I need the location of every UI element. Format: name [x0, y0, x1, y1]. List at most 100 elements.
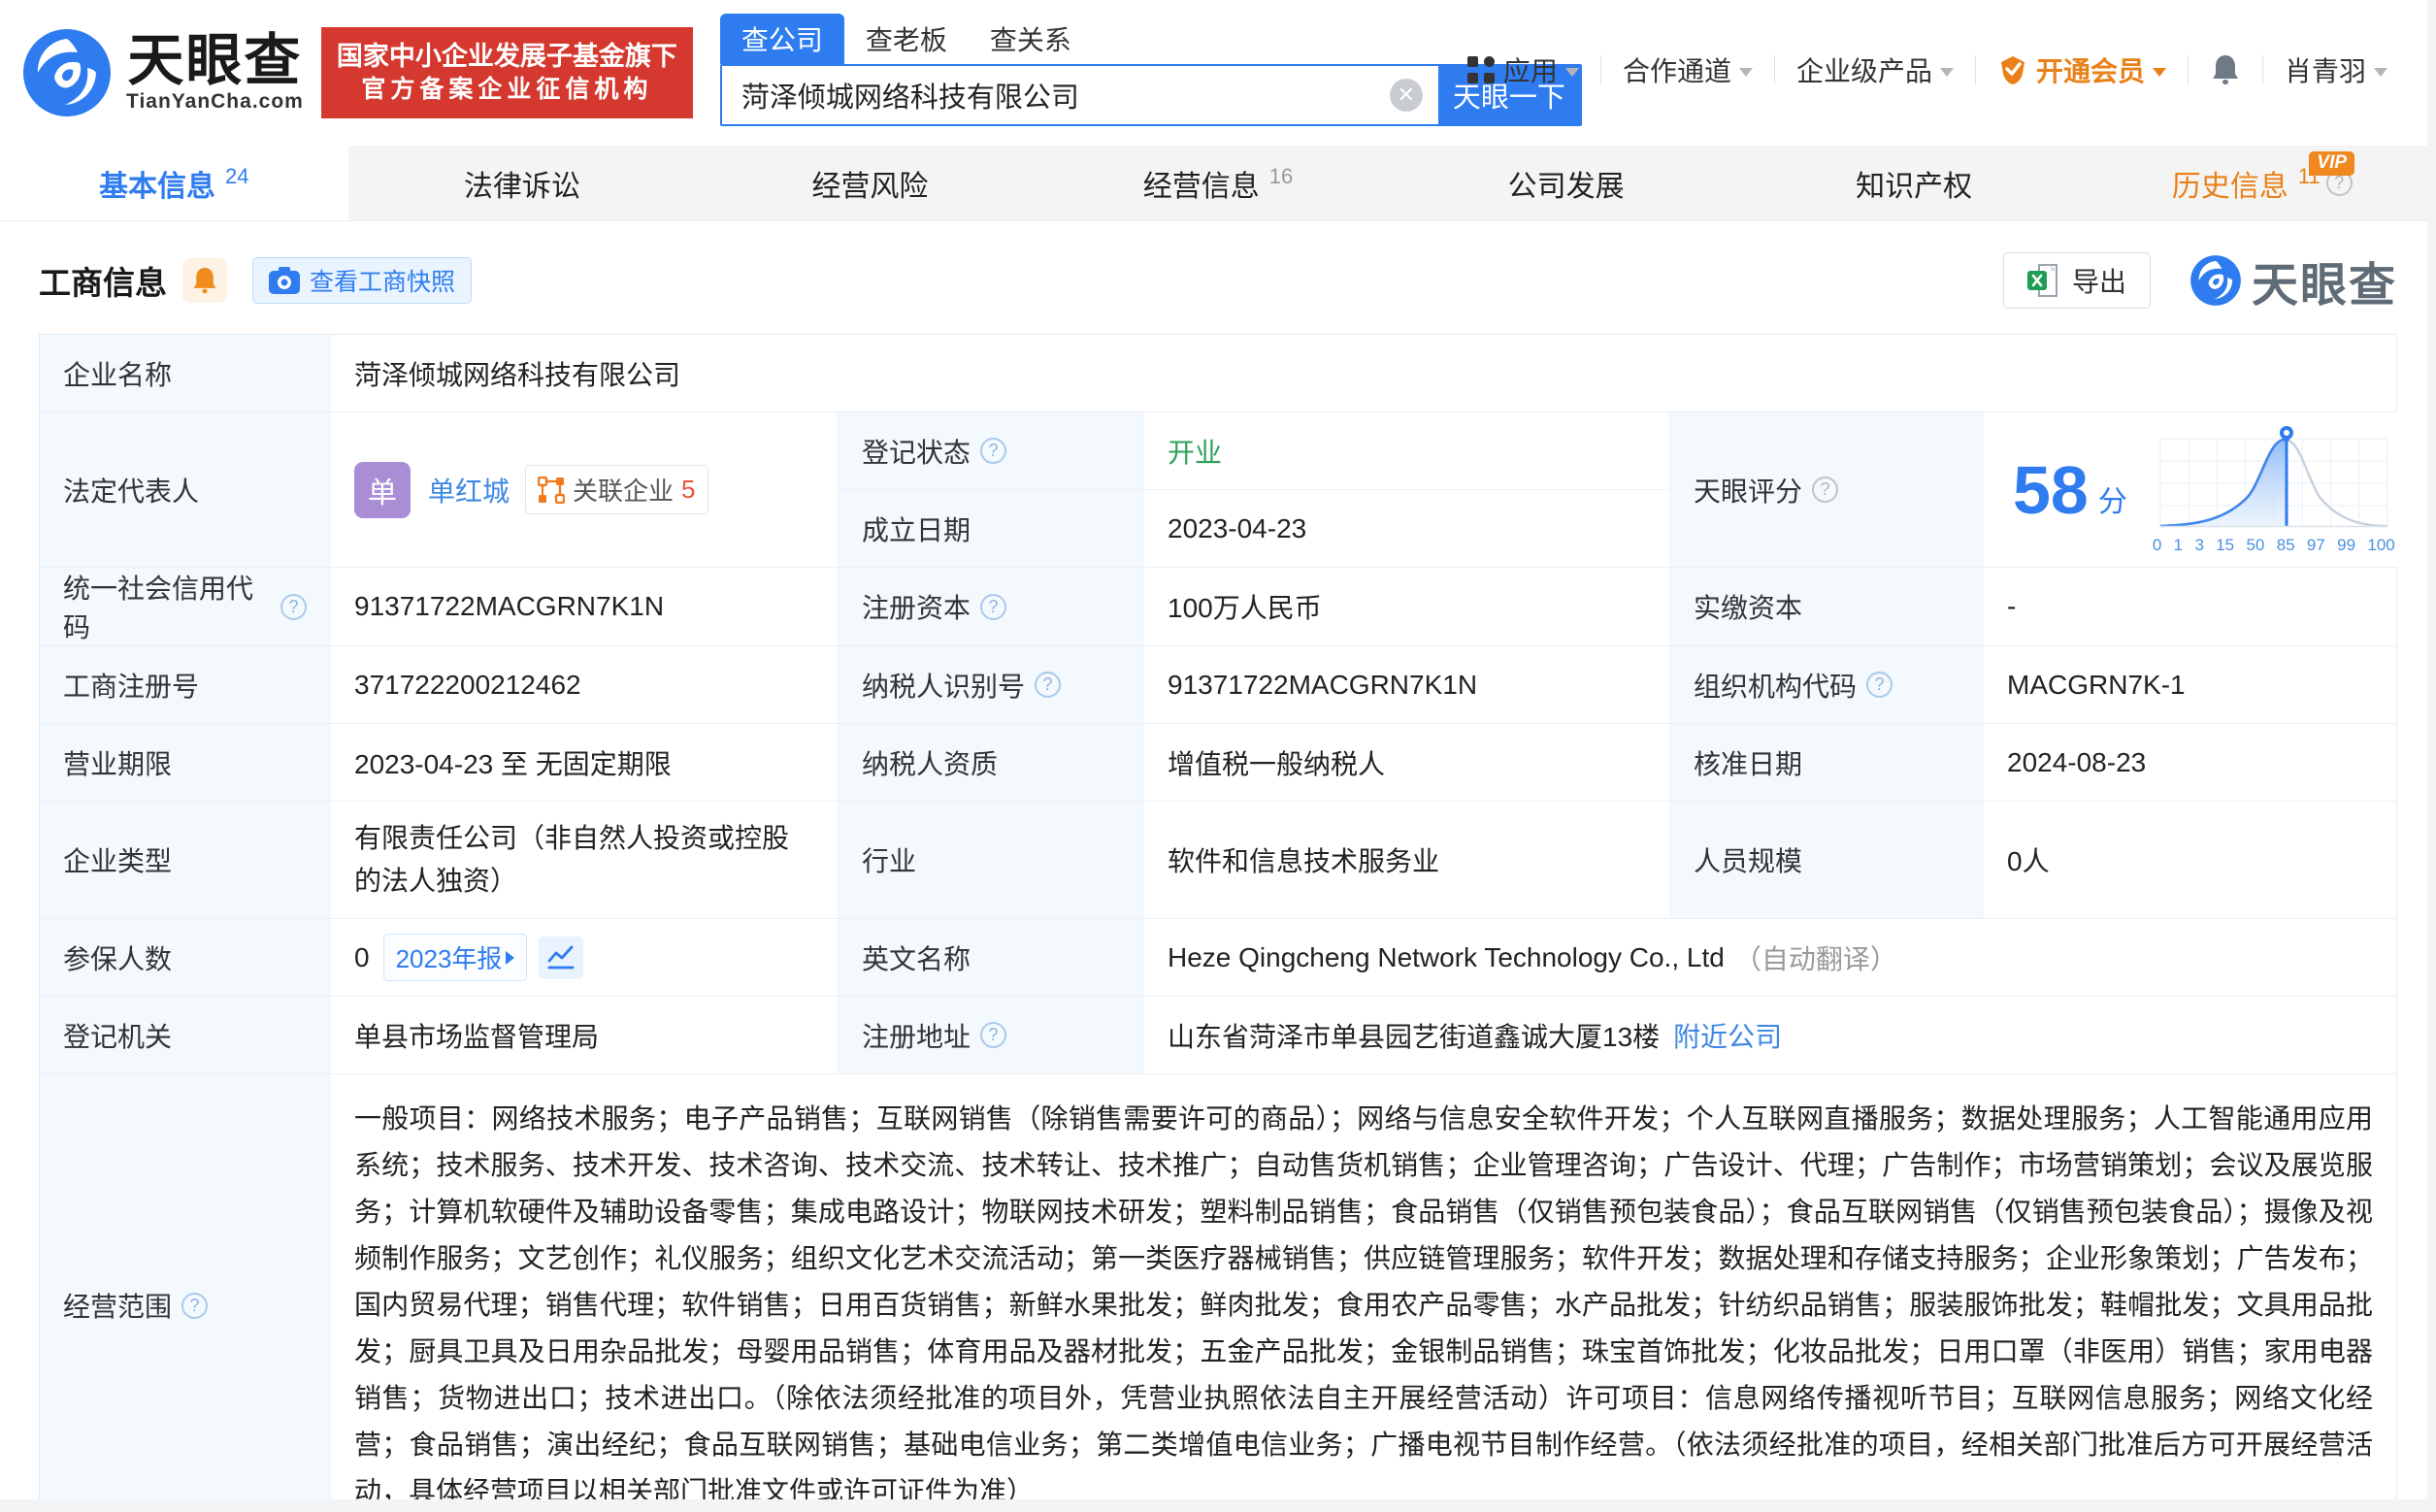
snapshot-button-label: 查看工商快照: [310, 269, 456, 296]
legal-rep-value: 单 单红城 关联企业 5: [331, 412, 839, 567]
business-info-section-header: 工商信息 查看工商快照 导出 天眼查: [0, 221, 2436, 330]
nearby-companies-link[interactable]: 附近公司: [1673, 1016, 1782, 1055]
nav-item-apps[interactable]: 应用: [1445, 50, 1600, 89]
tab-label: 法律诉讼: [463, 170, 580, 203]
reg-authority-label: 登记机关: [40, 997, 331, 1073]
annual-report-label: 2023年报: [395, 944, 503, 973]
score-axis: 0 1 3 15 50 85 97 99 100: [2153, 536, 2395, 555]
score-curve-svg: [2159, 425, 2388, 527]
help-icon[interactable]: ?: [980, 1022, 1007, 1048]
help-icon[interactable]: ?: [1035, 672, 1062, 698]
help-icon[interactable]: ?: [1812, 477, 1839, 503]
chevron-down-icon: [2152, 67, 2166, 77]
site-logo[interactable]: 天眼查 TianYanCha.com: [21, 27, 304, 118]
annual-report-link[interactable]: 2023年报: [382, 934, 528, 981]
tab-count: 16: [1268, 163, 1294, 188]
page-bottom-divider: [0, 1499, 2436, 1512]
score-distribution-chart[interactable]: 0 1 3 15 50 85 97 99 100: [2153, 425, 2395, 555]
tab-operation-risk[interactable]: 经营风险: [696, 146, 1044, 220]
table-row-company-type: 企业类型 有限责任公司（非自然人投资或控股的法人独资） 行业 软件和信息技术服务…: [40, 802, 2396, 919]
monitor-bell-button[interactable]: [182, 258, 227, 303]
table-row-company-name: 企业名称 菏泽倾城网络科技有限公司: [40, 335, 2396, 412]
scrollbar-track[interactable]: [2427, 0, 2436, 1512]
score-number: 58: [2013, 451, 2089, 528]
nav-label: 开通会员: [2035, 56, 2145, 86]
establish-date-value: 2023-04-23: [1144, 490, 1669, 567]
search-tab-boss[interactable]: 查老板: [844, 14, 969, 64]
score-label: 天眼评分 ?: [1670, 412, 1984, 567]
score-axis-tick: 15: [2216, 535, 2235, 554]
industry-label: 行业: [839, 802, 1144, 918]
tab-history-info[interactable]: VIP 历史信息 11 ?: [2088, 146, 2436, 220]
bell-icon: [193, 267, 216, 294]
taxpayer-quality-value: 增值税一般纳税人: [1144, 724, 1670, 801]
legal-rep-name-link[interactable]: 单红城: [428, 471, 510, 509]
site-header: 天眼查 TianYanCha.com 国家中小企业发展子基金旗下 官方备案企业征…: [0, 0, 2436, 146]
tab-intellectual-property[interactable]: 知识产权: [1740, 146, 2089, 220]
legal-rep-label: 法定代表人: [40, 412, 331, 567]
paid-capital-label: 实缴资本: [1670, 568, 1984, 645]
reg-capital-value: 100万人民币: [1144, 568, 1670, 645]
tab-label: 历史信息: [2171, 170, 2288, 203]
staff-size-value: 0人: [1984, 802, 2396, 918]
search-input[interactable]: [721, 79, 1390, 112]
notification-bell[interactable]: [2189, 53, 2262, 86]
search-tab-company[interactable]: 查公司: [719, 14, 844, 64]
tianyancha-logo-icon: [23, 29, 111, 116]
help-icon[interactable]: ?: [181, 1292, 209, 1319]
help-icon[interactable]: ?: [980, 438, 1007, 464]
related-companies-chip[interactable]: 关联企业 5: [525, 465, 708, 514]
company-section-tabbar: 基本信息 24 法律诉讼 经营风险 经营信息 16 公司发展 知识产权 VIP …: [0, 146, 2436, 221]
chevron-down-icon: [1939, 67, 1954, 77]
credit-code-value: 91371722MACGRN7K1N: [331, 568, 839, 645]
tab-legal-litigation[interactable]: 法律诉讼: [348, 146, 697, 220]
table-row-insured-count: 参保人数 0 2023年报 英文名称 Heze Qingcheng Networ…: [40, 919, 2396, 997]
reg-number-value: 371722200212462: [331, 646, 839, 723]
tab-label: 经营信息: [1142, 170, 1260, 203]
reg-number-label: 工商注册号: [40, 646, 331, 723]
taxpayer-id-label: 纳税人识别号 ?: [839, 646, 1144, 723]
reg-address-value: 山东省菏泽市单县园艺街道鑫诚大厦13楼 附近公司: [1144, 997, 2396, 1073]
insured-trend-chart-button[interactable]: [539, 936, 584, 979]
search-tab-relation[interactable]: 查关系: [969, 14, 1093, 64]
help-icon[interactable]: ?: [1866, 672, 1893, 698]
label-text: 纳税人识别号: [862, 671, 1026, 702]
export-button[interactable]: 导出: [2002, 252, 2151, 309]
username-text: 肖青羽: [2284, 56, 2366, 86]
view-business-snapshot-button[interactable]: 查看工商快照: [252, 257, 473, 304]
nav-item-vip-upgrade[interactable]: 开通会员: [1976, 50, 2188, 89]
label-text: 注册资本: [862, 593, 971, 623]
related-companies-label: 关联企业: [573, 477, 675, 506]
nav-item-user[interactable]: 肖青羽: [2263, 50, 2409, 89]
vip-badge: VIP: [2309, 151, 2355, 176]
tianyancha-logo-icon: [2190, 255, 2241, 306]
table-row-reg-number: 工商注册号 371722200212462 纳税人识别号 ? 91371722M…: [40, 646, 2396, 724]
legal-rep-avatar[interactable]: 单: [354, 461, 411, 518]
score-unit: 分: [2097, 485, 2127, 518]
section-tools: 导出 天眼查: [2002, 247, 2397, 314]
tab-basic-info[interactable]: 基本信息 24: [0, 146, 348, 220]
label-text: 组织机构代码: [1694, 671, 1858, 702]
clear-search-icon[interactable]: ✕: [1389, 79, 1423, 112]
tab-operation-info[interactable]: 经营信息 16: [1044, 146, 1393, 220]
reg-status-label: 登记状态 ?: [839, 412, 1144, 489]
business-term-value: 2023-04-23 至 无固定期限: [331, 724, 839, 801]
tab-label: 经营风险: [811, 170, 929, 203]
company-type-value: 有限责任公司（非自然人投资或控股的法人独资）: [331, 802, 839, 918]
nav-item-enterprise[interactable]: 企业级产品: [1775, 50, 1975, 89]
section-title: 工商信息: [39, 265, 167, 301]
label-text: 注册地址: [862, 1021, 971, 1052]
watermark-logo: 天眼查: [2189, 247, 2397, 314]
score-axis-tick: 0: [2152, 535, 2162, 554]
help-icon[interactable]: ?: [980, 593, 1007, 620]
chevron-down-icon: [1738, 67, 1753, 77]
staff-size-label: 人员规模: [1670, 802, 1984, 918]
reg-capital-label: 注册资本 ?: [839, 568, 1144, 645]
credit-code-label: 统一社会信用代码 ?: [40, 568, 331, 645]
tab-company-development[interactable]: 公司发展: [1392, 146, 1740, 220]
score-axis-tick: 97: [2306, 535, 2325, 554]
help-icon[interactable]: ?: [280, 593, 307, 620]
camera-icon: [269, 267, 300, 294]
tab-label: 公司发展: [1507, 170, 1625, 203]
nav-item-cooperation[interactable]: 合作通道: [1601, 50, 1774, 89]
